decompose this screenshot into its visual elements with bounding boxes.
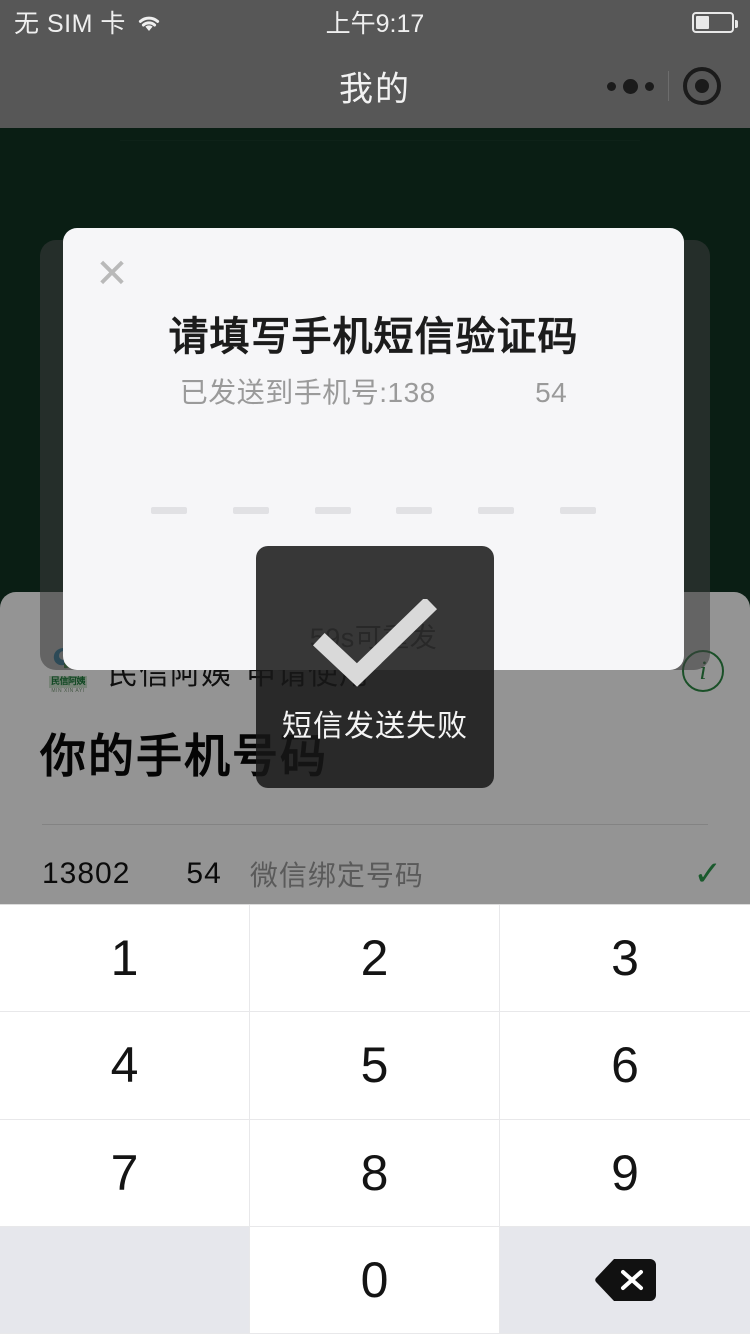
key-3[interactable]: 3 xyxy=(500,905,750,1013)
key-4[interactable]: 4 xyxy=(0,1012,250,1120)
battery-icon xyxy=(692,11,738,33)
verification-code-input[interactable] xyxy=(147,478,600,514)
toast-text: 短信发送失败 xyxy=(282,710,468,743)
code-cell[interactable] xyxy=(147,478,191,514)
clock-label: 上午9:17 xyxy=(325,10,425,38)
backspace-icon xyxy=(595,1258,656,1301)
numeric-keypad: 1 2 3 4 5 6 7 8 9 0 xyxy=(0,904,750,1334)
key-8[interactable]: 8 xyxy=(250,1119,500,1227)
key-5[interactable]: 5 xyxy=(250,1012,500,1120)
more-dots-icon[interactable] xyxy=(607,78,654,94)
phone-screen: 民信阿姨 MIN XIN AYI 民信阿姨 申请使用 i 你的手机号码 1380… xyxy=(0,0,750,1334)
status-bar-right xyxy=(692,11,738,33)
code-cell[interactable] xyxy=(229,478,273,514)
check-mark-icon xyxy=(311,599,439,687)
close-x-icon[interactable]: ✕ xyxy=(90,252,134,296)
code-dash xyxy=(396,507,433,514)
code-cell[interactable] xyxy=(474,478,518,514)
toast-message: 短信发送失败 xyxy=(256,546,494,788)
key-1[interactable]: 1 xyxy=(0,905,250,1013)
key-delete[interactable] xyxy=(500,1226,750,1334)
code-dash xyxy=(232,507,269,514)
key-6[interactable]: 6 xyxy=(500,1012,750,1120)
key-0[interactable]: 0 xyxy=(250,1226,500,1334)
navigation-bar: 我的 xyxy=(0,44,750,128)
target-circle-icon[interactable] xyxy=(683,67,721,105)
code-cell[interactable] xyxy=(392,478,436,514)
status-bar: 无 SIM 卡 上午9:17 xyxy=(0,0,750,44)
modal-subtitle: 已发送到手机号:138 54 xyxy=(179,377,568,408)
battery-fill xyxy=(696,15,709,29)
key-blank xyxy=(0,1226,250,1334)
miniprogram-capsule xyxy=(600,61,728,111)
key-7[interactable]: 7 xyxy=(0,1119,250,1227)
code-cell[interactable] xyxy=(556,478,600,514)
code-dash xyxy=(314,507,351,514)
code-dash xyxy=(151,507,187,514)
code-dash xyxy=(478,507,515,514)
key-2[interactable]: 2 xyxy=(250,905,500,1013)
code-cell[interactable] xyxy=(311,478,355,514)
capsule-divider xyxy=(668,71,669,101)
code-dash xyxy=(559,507,596,514)
key-9[interactable]: 9 xyxy=(500,1119,750,1227)
modal-title: 请填写手机短信验证码 xyxy=(168,315,579,359)
